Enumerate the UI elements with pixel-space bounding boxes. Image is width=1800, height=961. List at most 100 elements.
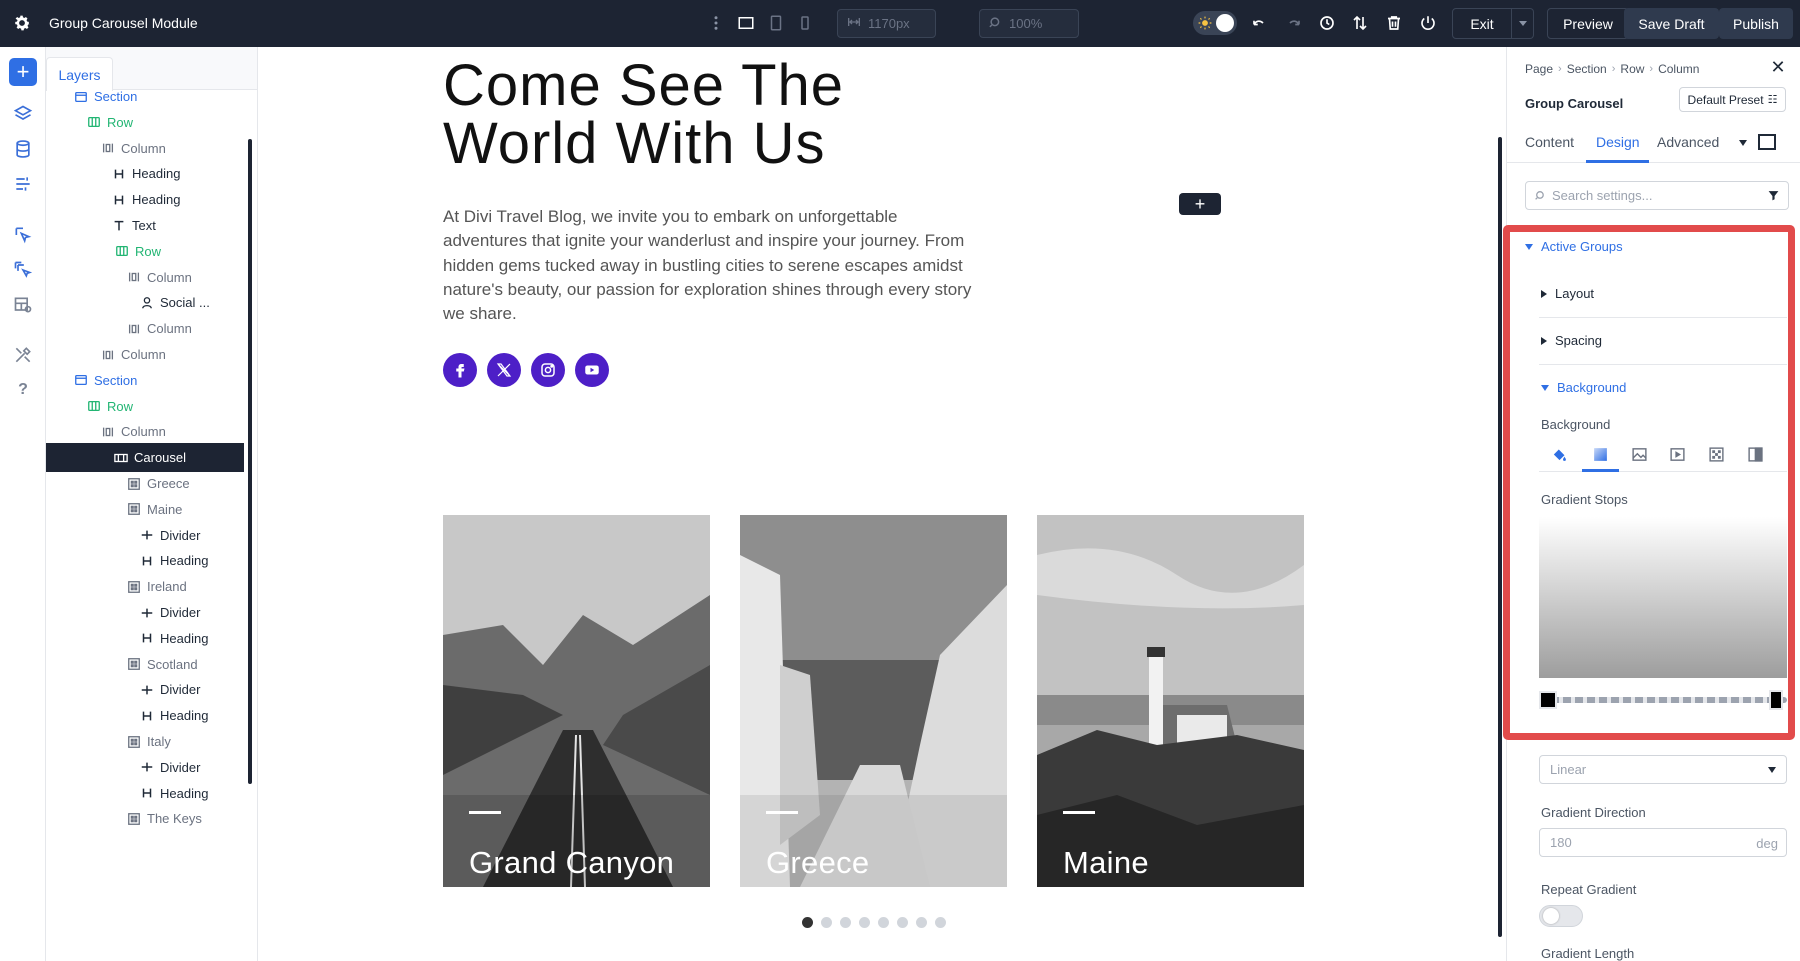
history-icon[interactable] [1316,12,1338,34]
undo-icon[interactable] [1249,12,1271,34]
multi-select-icon[interactable] [9,256,37,284]
pagination-dot[interactable] [878,917,889,928]
filter-icon[interactable] [1767,189,1780,202]
youtube-icon[interactable] [575,353,609,387]
pagination-dot[interactable] [916,917,927,928]
layer-item-row[interactable]: Row [46,237,244,266]
phone-view-icon[interactable] [794,12,816,34]
carousel-card-greece[interactable]: Greece [740,515,1007,887]
layer-item-divider[interactable]: Divider [46,753,244,782]
layer-item-row[interactable]: Row [46,108,244,137]
save-draft-button[interactable]: Save Draft [1624,8,1719,39]
tab-content[interactable]: Content [1525,134,1574,150]
card-divider [1063,811,1095,814]
exit-dropdown-button[interactable] [1512,8,1534,39]
gradient-type-select[interactable]: Linear [1539,755,1787,784]
gradient-direction-value: 180 [1550,835,1572,850]
pagination-dot[interactable] [897,917,908,928]
tab-design[interactable]: Design [1596,134,1640,150]
hero-heading[interactable]: Come See The World With Us [443,57,963,173]
exit-button[interactable]: Exit [1452,8,1512,39]
pagination-dot[interactable] [935,917,946,928]
layer-item-group[interactable]: Ireland [46,572,244,601]
layer-item-column[interactable]: Column [46,134,244,163]
redo-icon[interactable] [1282,12,1304,34]
layer-item-label: Divider [160,605,200,620]
layer-item-column[interactable]: Column [46,263,244,292]
carousel-card-maine[interactable]: Maine [1037,515,1304,887]
layer-item-heading[interactable]: Heading [46,701,244,730]
layer-item-text[interactable]: Text [46,211,244,240]
gear-icon[interactable] [12,13,32,33]
tab-advanced[interactable]: Advanced [1657,134,1719,150]
settings-search-input[interactable]: Search settings... [1525,181,1789,210]
trash-icon[interactable] [1383,12,1405,34]
more-vertical-icon[interactable] [706,12,726,34]
pagination-dot[interactable] [840,917,851,928]
desktop-view-icon[interactable] [735,12,757,34]
layers-scrollbar[interactable] [248,139,252,784]
width-input[interactable]: 1170px [837,9,936,38]
sort-arrows-icon[interactable] [1349,12,1371,34]
preset-selector[interactable]: Default Preset ☷ [1679,87,1786,112]
breadcrumb-row[interactable]: Row [1620,62,1644,76]
help-icon[interactable]: ? [9,376,37,404]
desert-road-image [443,515,710,887]
gradient-direction-input[interactable]: 180 deg [1539,828,1787,857]
intro-text[interactable]: At Divi Travel Blog, we invite you to em… [443,205,973,326]
layer-item-column[interactable]: Column [46,314,244,343]
theme-toggle[interactable] [1193,11,1237,35]
layer-item-carousel[interactable]: Carousel [46,443,244,472]
layer-item-group[interactable]: Scotland [46,650,244,679]
pagination-dot[interactable] [859,917,870,928]
carousel-card-grand-canyon[interactable]: Grand Canyon [443,515,710,887]
pagination-dot[interactable] [802,917,813,928]
gradient-direction-label: Gradient Direction [1541,805,1646,820]
cursor-select-icon[interactable] [9,221,37,249]
zoom-input[interactable]: 100% [979,9,1079,38]
layer-item-group[interactable]: Italy [46,727,244,756]
layer-item-label: Heading [160,553,208,568]
layer-item-group[interactable]: Maine [46,495,244,524]
canvas-scrollbar[interactable] [1498,137,1502,937]
breadcrumb-column[interactable]: Column [1658,62,1699,76]
layer-item-heading[interactable]: Heading [46,546,244,575]
layer-item-social[interactable]: Social ... [46,288,244,317]
layer-item-column[interactable]: Column [46,417,244,446]
layer-item-group[interactable]: The Keys [46,804,244,833]
breadcrumb-section[interactable]: Section [1567,62,1607,76]
tabs-more-chevron-icon[interactable] [1739,140,1747,146]
layer-item-heading[interactable]: Heading [46,185,244,214]
layer-item-divider[interactable]: Divider [46,675,244,704]
layer-item-column[interactable]: Column [46,340,244,369]
layer-item-group[interactable]: Greece [46,469,244,498]
repeat-gradient-toggle[interactable] [1539,905,1583,927]
facebook-icon[interactable] [443,353,477,387]
pagination-dot[interactable] [821,917,832,928]
preview-button[interactable]: Preview [1547,8,1629,39]
layer-item-row[interactable]: Row [46,392,244,421]
tools-icon[interactable] [9,341,37,369]
instagram-icon[interactable] [531,353,565,387]
layout-settings-icon[interactable] [9,291,37,319]
tablet-view-icon[interactable] [765,12,787,34]
layer-item-divider[interactable]: Divider [46,598,244,627]
database-icon[interactable] [9,135,37,163]
power-icon[interactable] [1417,12,1439,34]
layer-item-heading[interactable]: Heading [46,779,244,808]
breadcrumb-page[interactable]: Page [1525,62,1553,76]
publish-button[interactable]: Publish [1719,8,1793,39]
list-settings-icon[interactable] [9,170,37,198]
add-element-button[interactable]: + [1179,193,1221,215]
layer-item-heading[interactable]: Heading [46,624,244,653]
add-module-button[interactable]: + [9,58,37,86]
layer-item-section[interactable]: Section [46,82,244,111]
layer-item-label: Column [121,141,166,156]
layer-item-heading[interactable]: Heading [46,159,244,188]
layer-item-section[interactable]: Section [46,366,244,395]
layers-icon[interactable] [9,100,37,128]
panel-view-icon[interactable] [1758,134,1776,150]
close-icon[interactable]: ✕ [1768,57,1788,77]
x-icon[interactable] [487,353,521,387]
layer-item-divider[interactable]: Divider [46,521,244,550]
